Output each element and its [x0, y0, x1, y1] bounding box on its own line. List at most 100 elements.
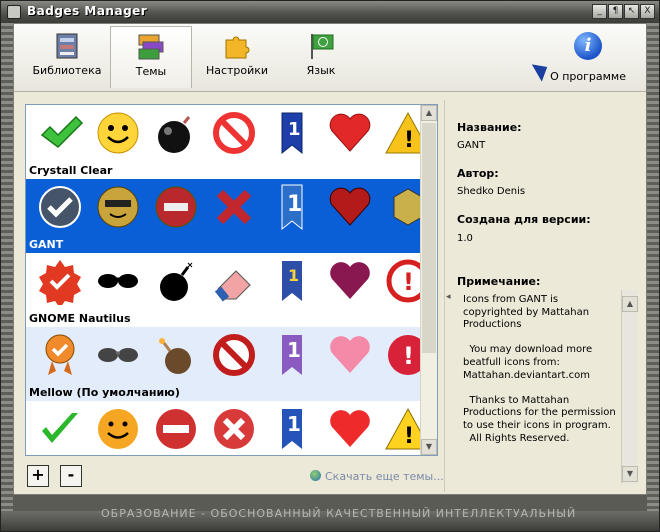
forbidden-icon: [213, 334, 255, 376]
left-rail: [1, 23, 13, 513]
svg-text:!: !: [403, 268, 414, 296]
close-button[interactable]: X: [640, 4, 655, 19]
author-value: Shedko Denis: [457, 186, 526, 197]
smiley-icon: [98, 409, 138, 449]
app-window: Badges Manager _ ¶ ↖ X ОБРАЗОВАНИЕ - ОБО…: [0, 0, 660, 532]
app-icon: [7, 5, 21, 19]
heart-icon: [330, 336, 370, 373]
main-frame: Библиотека Темы Настройки Язык i О прогр…: [13, 23, 647, 495]
theme-preview-icons: 1 !: [36, 405, 432, 453]
heart-icon: [329, 113, 371, 152]
theme-preview-icons: 1 !: [36, 331, 432, 379]
note-text: Icons from GANT is copyrighted by Mattah…: [463, 294, 616, 444]
scroll-thumb[interactable]: [422, 123, 436, 353]
bomb-icon: [159, 338, 191, 374]
language-flag-icon: [306, 32, 336, 60]
bomb-icon: [158, 116, 191, 153]
version-label: Создана для версии:: [457, 213, 591, 226]
heart-icon: [330, 410, 370, 447]
status-ticker: ОБРАЗОВАНИЕ - ОБОСНОВАННЫЙ КАЧЕСТВЕННЫЙ …: [101, 507, 577, 520]
checkmark-icon: [39, 186, 81, 228]
theme-item[interactable]: 1 !: [26, 401, 431, 455]
add-theme-button[interactable]: +: [27, 465, 49, 487]
toolbar: Библиотека Темы Настройки Язык i О прогр…: [14, 24, 646, 92]
right-rail: [647, 23, 659, 513]
tab-settings[interactable]: Настройки: [196, 26, 278, 88]
theme-preview-icons: 1 !: [36, 109, 432, 157]
number-one-ribbon-icon: 1: [281, 112, 303, 155]
window-title: Badges Manager: [27, 4, 148, 18]
checkmark-badge-icon: [39, 260, 81, 305]
theme-name: Mellow (По умолчанию): [29, 386, 180, 399]
library-icon: [52, 32, 82, 60]
theme-item[interactable]: 1 ! GNOME Nautilus: [26, 253, 430, 327]
sunglasses-icon: [98, 348, 138, 362]
svg-text:1: 1: [287, 192, 302, 217]
tab-library[interactable]: Библиотека: [26, 26, 108, 88]
svg-text:1: 1: [288, 266, 299, 285]
svg-text:1: 1: [287, 338, 301, 362]
theme-item[interactable]: 1 ! Crystall Clear: [26, 105, 431, 179]
number-one-ribbon-icon: 1: [282, 409, 302, 449]
note-box[interactable]: Icons from GANT is copyrighted by Mattah…: [459, 290, 638, 484]
no-entry-icon: [155, 186, 197, 228]
theme-list[interactable]: 1 ! Crystall Clear 1 GANT 1 ! GNOME Naut…: [25, 104, 438, 456]
theme-item-selected[interactable]: 1 GANT: [26, 179, 423, 253]
window-controls: _ ¶ ↖ X: [592, 4, 655, 19]
scroll-up-button[interactable]: ▲: [421, 105, 437, 121]
tab-themes[interactable]: Темы: [110, 26, 192, 88]
forbidden-icon: [213, 112, 255, 154]
version-value: 1.0: [457, 233, 473, 244]
svg-text:!: !: [404, 424, 414, 449]
sunglasses-icon: [98, 274, 138, 288]
globe-icon: [310, 470, 321, 481]
resize-button[interactable]: ↖: [624, 4, 639, 19]
theme-name: GNOME Nautilus: [29, 312, 131, 325]
number-one-ribbon-icon: 1: [282, 261, 302, 301]
panel-splitter[interactable]: ◂: [444, 100, 452, 492]
heart-icon: [330, 262, 370, 299]
tab-language[interactable]: Язык: [280, 26, 362, 88]
bomb-icon: [160, 262, 193, 301]
svg-text:!: !: [404, 128, 414, 153]
number-one-ribbon-icon: 1: [282, 335, 302, 375]
settings-puzzle-icon: [222, 32, 252, 60]
theme-list-scrollbar[interactable]: ▲ ▼: [420, 105, 437, 455]
smiley-icon: [97, 112, 139, 154]
themes-icon: [136, 33, 166, 61]
note-scroll-down-button[interactable]: ▼: [622, 466, 638, 482]
info-icon: i: [574, 32, 602, 60]
note-label: Примечание:: [457, 275, 541, 288]
eraser-icon: [214, 270, 251, 302]
smiley-icon: [97, 186, 139, 228]
title-bar[interactable]: Badges Manager _ ¶ ↖ X: [1, 1, 659, 23]
minimize-button[interactable]: _: [592, 4, 607, 19]
theme-details-panel: Название: GANT Автор: Shedko Denis Созда…: [457, 104, 643, 484]
svg-text:!: !: [403, 342, 414, 370]
scroll-down-button[interactable]: ▼: [421, 439, 437, 455]
theme-preview-icons: 1: [36, 183, 432, 231]
download-themes-link[interactable]: Скачать еще темы...: [310, 470, 444, 483]
cross-icon: [214, 409, 254, 449]
bottom-bar: ОБРАЗОВАНИЕ - ОБОСНОВАННЫЙ КАЧЕСТВЕННЫЙ …: [1, 507, 659, 531]
pin-button[interactable]: ¶: [608, 4, 623, 19]
author-label: Автор:: [457, 167, 499, 180]
svg-text:1: 1: [287, 412, 301, 436]
number-one-ribbon-icon: 1: [281, 184, 303, 231]
theme-name: GANT: [29, 238, 64, 251]
theme-preview-icons: 1 !: [36, 257, 432, 305]
name-label: Название:: [457, 121, 522, 134]
theme-name: Crystall Clear: [29, 164, 113, 177]
remove-theme-button[interactable]: -: [60, 465, 82, 487]
svg-text:1: 1: [288, 119, 301, 140]
checkmark-icon: [42, 413, 78, 443]
checkmark-icon: [40, 115, 84, 148]
note-scroll-up-button[interactable]: ▲: [622, 296, 638, 312]
cross-icon: [216, 189, 252, 225]
splitter-arrow-icon: ◂: [446, 292, 451, 302]
no-entry-icon: [156, 409, 196, 449]
note-scrollbar[interactable]: ▲ ▼: [621, 290, 638, 484]
theme-item[interactable]: 1 ! Mellow (По умолчанию): [26, 327, 428, 401]
name-value: GANT: [457, 140, 486, 151]
heart-icon: [329, 187, 371, 226]
